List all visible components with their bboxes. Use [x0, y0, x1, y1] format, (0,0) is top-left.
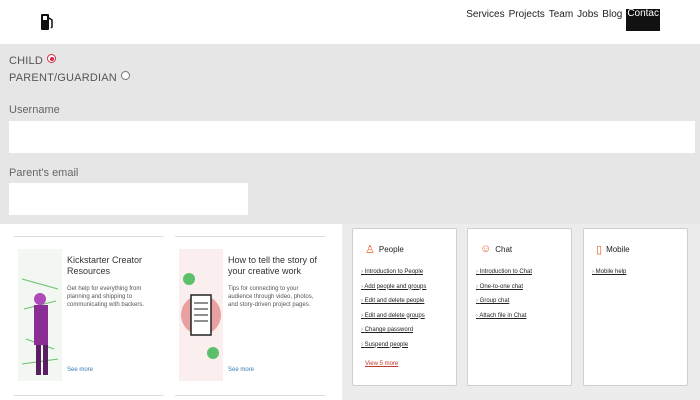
fuel-pump-icon[interactable] — [40, 12, 54, 32]
email-label: Parent's email — [9, 167, 79, 179]
help-card-mobile: ▯Mobile Mobile help — [583, 228, 688, 386]
signup-form: CHILD PARENT/GUARDIAN Username Parent's … — [0, 44, 700, 224]
nav-blog[interactable]: Blog — [602, 9, 622, 31]
help-link[interactable]: Group chat — [476, 294, 532, 309]
people-icon: ♙ — [365, 244, 375, 256]
nav-services[interactable]: Services — [466, 9, 504, 31]
nav-projects[interactable]: Projects — [509, 9, 545, 31]
parent-email-input[interactable] — [9, 183, 248, 215]
view-more-link[interactable]: View 5 more — [365, 361, 398, 367]
card-title: How to tell the story of your creative w… — [228, 255, 318, 276]
help-card-title: Chat — [495, 244, 513, 254]
help-card-title: Mobile — [606, 245, 630, 254]
role-parent-label: PARENT/GUARDIAN — [9, 72, 117, 84]
username-label: Username — [9, 104, 60, 116]
help-topics: ♙People Introduction to People Add peopl… — [342, 224, 700, 400]
help-link-list: Mobile help — [592, 265, 627, 280]
username-input[interactable] — [9, 121, 695, 153]
card-see-more-link[interactable]: See more — [228, 367, 254, 373]
creator-illustration — [18, 249, 62, 381]
resource-card-creator[interactable]: Kickstarter Creator Resources Get help f… — [14, 236, 164, 396]
role-parent-option[interactable]: PARENT/GUARDIAN — [9, 71, 130, 84]
help-link[interactable]: Mobile help — [592, 265, 627, 280]
role-child-radio[interactable] — [47, 54, 57, 63]
help-link[interactable]: Introduction to People — [361, 265, 426, 280]
role-child-option[interactable]: CHILD — [9, 54, 57, 67]
help-card-people: ♙People Introduction to People Add peopl… — [352, 228, 457, 386]
help-link[interactable]: One-to-one chat — [476, 280, 532, 295]
card-description: Get help for everything from planning an… — [67, 286, 145, 308]
mobile-icon: ▯ — [596, 244, 603, 256]
story-illustration — [179, 249, 223, 381]
help-card-title: People — [378, 245, 404, 254]
card-description: Tips for connecting to your audience thr… — [228, 286, 314, 308]
help-link[interactable]: Edit and delete groups — [361, 309, 426, 324]
nav-contact[interactable]: Contac — [626, 9, 660, 31]
help-link[interactable]: Change password — [361, 323, 426, 338]
help-link[interactable]: Introduction to Chat — [476, 265, 532, 280]
card-see-more-link[interactable]: See more — [67, 367, 93, 373]
top-bar: Services Projects Team Jobs Blog Contac — [0, 0, 700, 44]
role-parent-radio[interactable] — [120, 71, 130, 80]
main-nav: Services Projects Team Jobs Blog Contac — [462, 9, 660, 31]
nav-team[interactable]: Team — [549, 9, 573, 31]
nav-jobs[interactable]: Jobs — [577, 9, 598, 31]
chat-icon: ☺ — [480, 243, 492, 255]
help-card-chat: ☺Chat Introduction to Chat One-to-one ch… — [467, 228, 572, 386]
help-link[interactable]: Attach file in Chat — [476, 309, 532, 324]
resource-cards: Kickstarter Creator Resources Get help f… — [0, 224, 340, 400]
help-link-list: Introduction to People Add people and gr… — [361, 265, 426, 352]
resource-card-story[interactable]: How to tell the story of your creative w… — [175, 236, 325, 396]
help-link[interactable]: Suspend people — [361, 338, 426, 353]
help-link[interactable]: Add people and groups — [361, 280, 426, 295]
card-title: Kickstarter Creator Resources — [67, 255, 143, 276]
role-child-label: CHILD — [9, 55, 44, 67]
help-link-list: Introduction to Chat One-to-one chat Gro… — [476, 265, 532, 323]
help-link[interactable]: Edit and delete people — [361, 294, 426, 309]
